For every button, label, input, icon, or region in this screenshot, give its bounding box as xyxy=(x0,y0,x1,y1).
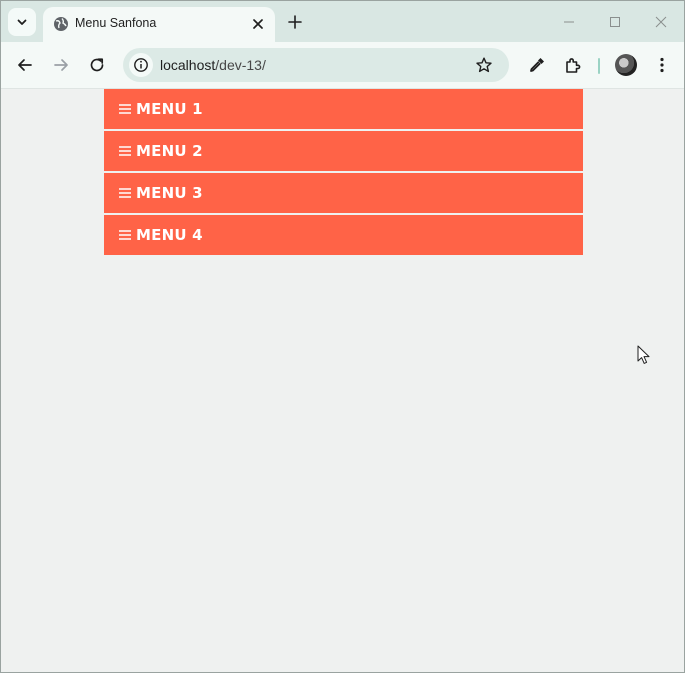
hamburger-icon xyxy=(119,146,131,156)
profile-avatar[interactable] xyxy=(615,54,637,76)
forward-icon[interactable] xyxy=(51,55,71,75)
tab-active[interactable]: Menu Sanfona xyxy=(43,7,275,42)
url-host: localhost xyxy=(160,57,216,73)
eyedropper-icon[interactable] xyxy=(527,55,547,75)
globe-icon xyxy=(54,17,68,31)
address-bar[interactable]: localhost/dev-13/ xyxy=(123,48,509,82)
plus-icon[interactable] xyxy=(285,12,305,32)
site-info-button[interactable] xyxy=(129,53,153,77)
accordion-item-menu-2[interactable]: MENU 2 xyxy=(104,131,583,171)
hamburger-icon xyxy=(119,104,131,114)
chevron-down-icon xyxy=(17,19,27,25)
accordion-item-menu-4[interactable]: MENU 4 xyxy=(104,215,583,255)
maximize-icon[interactable] xyxy=(606,13,624,31)
url-path: /dev-13/ xyxy=(215,57,266,73)
more-icon[interactable] xyxy=(652,55,672,75)
tab-title: Menu Sanfona xyxy=(75,16,157,30)
accordion-item-menu-1[interactable]: MENU 1 xyxy=(104,89,583,129)
minimize-icon[interactable] xyxy=(560,13,578,31)
accordion-item-label: MENU 3 xyxy=(136,184,203,202)
url-text: localhost/dev-13/ xyxy=(160,57,266,73)
browser-window: Menu Sanfona localhost/dev-13/ MENU 1 ME… xyxy=(0,0,685,673)
window-close-icon[interactable] xyxy=(652,13,670,31)
mouse-cursor-icon xyxy=(637,345,650,364)
toolbar-divider xyxy=(598,58,600,74)
accordion-item-label: MENU 2 xyxy=(136,142,203,160)
reload-icon[interactable] xyxy=(87,55,107,75)
hamburger-icon xyxy=(119,230,131,240)
star-icon[interactable] xyxy=(475,56,493,74)
tab-strip: Menu Sanfona xyxy=(1,1,684,42)
tab-search-button[interactable] xyxy=(8,8,36,36)
accordion-item-label: MENU 4 xyxy=(136,226,203,244)
info-icon xyxy=(134,58,148,72)
accordion-item-label: MENU 1 xyxy=(136,100,203,118)
hamburger-icon xyxy=(119,188,131,198)
back-icon[interactable] xyxy=(15,55,35,75)
extensions-icon[interactable] xyxy=(563,55,583,75)
accordion-item-menu-3[interactable]: MENU 3 xyxy=(104,173,583,213)
page-content: MENU 1 MENU 2 MENU 3 MENU 4 xyxy=(1,89,684,672)
close-icon[interactable] xyxy=(249,15,267,33)
browser-toolbar: localhost/dev-13/ xyxy=(1,42,684,89)
accordion-menu: MENU 1 MENU 2 MENU 3 MENU 4 xyxy=(104,89,583,257)
